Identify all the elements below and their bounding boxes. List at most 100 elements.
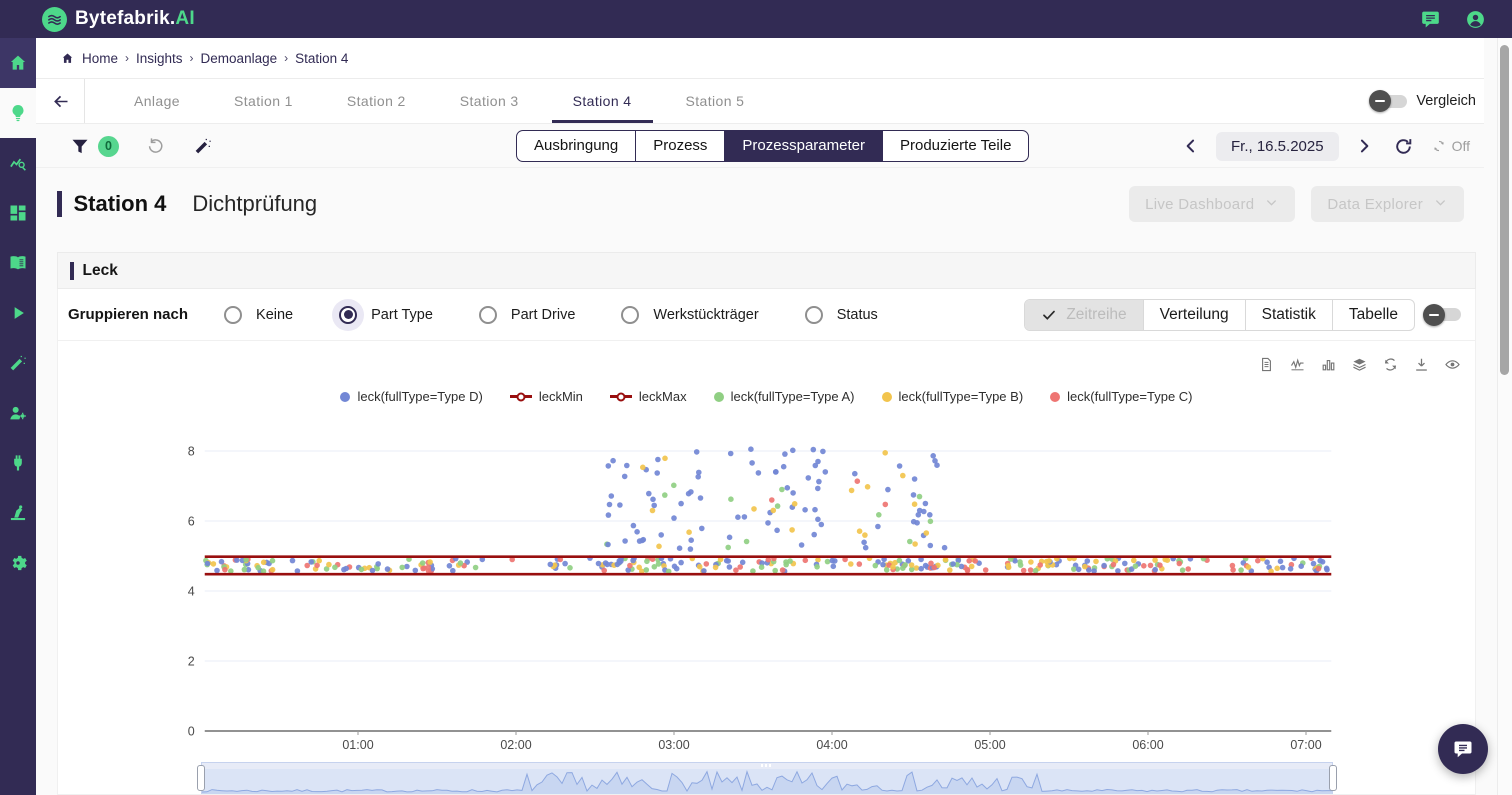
group-by-row: Gruppieren nach KeinePart TypePart Drive… xyxy=(57,289,1476,341)
prev-day-button[interactable] xyxy=(1181,136,1201,156)
next-day-button[interactable] xyxy=(1354,136,1374,156)
breadcrumb-item-insights[interactable]: Insights xyxy=(136,51,183,66)
section-header: Leck xyxy=(57,252,1476,289)
eye-icon[interactable] xyxy=(1444,356,1461,373)
legend-item-leck-fulltype-type-d[interactable]: leck(fullType=Type D) xyxy=(340,389,482,404)
legend-marker xyxy=(510,395,532,398)
groupby-option-status[interactable]: Status xyxy=(805,306,878,324)
live-dashboard-button[interactable]: Live Dashboard xyxy=(1129,186,1295,222)
data-explorer-button[interactable]: Data Explorer xyxy=(1311,186,1464,222)
view-button-prozess[interactable]: Prozess xyxy=(635,131,724,161)
sidebar-item-analytics[interactable] xyxy=(0,138,36,188)
svg-text:03:00: 03:00 xyxy=(658,738,689,752)
legend-item-leckmin[interactable]: leckMin xyxy=(510,389,583,404)
chart-mode-toggle[interactable] xyxy=(1429,308,1461,321)
title-accent-bar xyxy=(57,191,62,217)
svg-text:04:00: 04:00 xyxy=(816,738,847,752)
svg-text:6: 6 xyxy=(188,515,195,529)
sidebar-item-machines[interactable] xyxy=(0,488,36,538)
breadcrumb-separator: › xyxy=(284,51,288,65)
gear-icon xyxy=(8,553,28,573)
doc-text-icon[interactable] xyxy=(1258,356,1275,373)
groupby-option-part-drive[interactable]: Part Drive xyxy=(479,306,575,324)
vergleich-toggle[interactable] xyxy=(1375,95,1407,108)
toggle-knob xyxy=(1369,90,1391,112)
chat-icon[interactable] xyxy=(1420,9,1441,30)
tab-station-4[interactable]: Station 4 xyxy=(546,79,659,123)
robot-arm-icon xyxy=(8,503,28,523)
legend-item-leck-fulltype-type-c[interactable]: leck(fullType=Type C) xyxy=(1050,389,1192,404)
dashboard-grid-icon xyxy=(8,203,28,223)
sidebar-item-home[interactable] xyxy=(0,38,36,88)
sidebar-item-settings[interactable] xyxy=(0,538,36,588)
scatter-chart[interactable]: 0246801:0002:0003:0004:0005:0006:0007:00 xyxy=(58,441,1476,761)
mode-statistik[interactable]: Statistik xyxy=(1245,300,1332,330)
brand-logo[interactable]: Bytefabrik.AI xyxy=(42,7,195,32)
auto-refresh-toggle[interactable]: Off xyxy=(1431,138,1470,154)
tab-station-5[interactable]: Station 5 xyxy=(659,79,772,123)
station-tabbar: AnlageStation 1Station 2Station 3Station… xyxy=(36,79,1484,124)
layers-icon[interactable] xyxy=(1351,356,1368,373)
refresh-button[interactable] xyxy=(1393,136,1414,157)
sidebar-item-integrations[interactable] xyxy=(0,438,36,488)
breadcrumb-item-station-4[interactable]: Station 4 xyxy=(295,51,348,66)
breadcrumb-item-demoanlage[interactable]: Demoanlage xyxy=(201,51,278,66)
brush-drag-strip[interactable] xyxy=(201,762,1333,769)
toggle-knob xyxy=(1423,304,1445,326)
radio-label: Keine xyxy=(256,307,293,323)
sidebar-item-documentation[interactable] xyxy=(0,238,36,288)
groupby-option-werkst-cktr-ger[interactable]: Werkstückträger xyxy=(621,306,758,324)
back-button[interactable] xyxy=(36,79,85,123)
section-title: Leck xyxy=(83,262,118,280)
pulse-chart-icon[interactable] xyxy=(1289,356,1306,373)
funnel-icon xyxy=(70,136,90,156)
sidebar-item-automation[interactable] xyxy=(0,338,36,388)
svg-text:01:00: 01:00 xyxy=(342,738,373,752)
page-title: Station 4 xyxy=(74,191,167,217)
tab-station-2[interactable]: Station 2 xyxy=(320,79,433,123)
tab-anlage[interactable]: Anlage xyxy=(107,79,207,123)
brush-grip xyxy=(761,764,773,767)
time-range-brush[interactable] xyxy=(201,762,1333,795)
mode-verteilung[interactable]: Verteilung xyxy=(1143,300,1245,330)
legend-item-leck-fulltype-type-b[interactable]: leck(fullType=Type B) xyxy=(882,389,1024,404)
sidebar-nav xyxy=(0,38,36,795)
sidebar-item-team[interactable] xyxy=(0,388,36,438)
page-scrollbar xyxy=(1497,38,1512,795)
header-actions xyxy=(1420,9,1486,30)
sidebar-item-insights[interactable] xyxy=(0,88,36,138)
scrollbar-thumb[interactable] xyxy=(1500,45,1509,375)
brand-name: Bytefabrik.AI xyxy=(75,8,195,30)
mode-zeitreihe[interactable]: Zeitreihe xyxy=(1025,300,1142,330)
view-button-produzierte-teile[interactable]: Produzierte Teile xyxy=(882,131,1028,161)
view-button-prozessparameter[interactable]: Prozessparameter xyxy=(724,131,882,161)
mode-tabelle[interactable]: Tabelle xyxy=(1332,300,1414,330)
reset-filters-icon[interactable] xyxy=(146,136,166,156)
brush-minimap[interactable] xyxy=(201,769,1333,795)
breadcrumb-item-home[interactable]: Home xyxy=(82,51,118,66)
breadcrumb-home-icon xyxy=(60,51,75,66)
view-button-ausbringung[interactable]: Ausbringung xyxy=(517,131,635,161)
legend-item-leckmax[interactable]: leckMax xyxy=(610,389,687,404)
sidebar-item-run[interactable] xyxy=(0,288,36,338)
tab-station-3[interactable]: Station 3 xyxy=(433,79,546,123)
date-picker[interactable]: Fr., 16.5.2025 xyxy=(1216,132,1339,161)
download-icon[interactable] xyxy=(1413,356,1430,373)
sync-icon[interactable] xyxy=(1382,356,1399,373)
svg-text:07:00: 07:00 xyxy=(1290,738,1321,752)
bars-chart-icon[interactable] xyxy=(1320,356,1337,373)
groupby-option-keine[interactable]: Keine xyxy=(224,306,293,324)
legend-marker xyxy=(882,392,892,402)
account-icon[interactable] xyxy=(1465,9,1486,30)
legend-item-leck-fulltype-type-a[interactable]: leck(fullType=Type A) xyxy=(714,389,855,404)
svg-text:4: 4 xyxy=(188,585,195,599)
brush-handle-right[interactable] xyxy=(1329,765,1337,791)
sidebar-item-dashboards[interactable] xyxy=(0,188,36,238)
svg-text:06:00: 06:00 xyxy=(1132,738,1163,752)
chat-fab[interactable] xyxy=(1438,724,1488,774)
filter-button[interactable]: 0 xyxy=(70,136,119,157)
groupby-option-part-type[interactable]: Part Type xyxy=(339,306,433,324)
magic-wand-icon[interactable] xyxy=(193,136,213,156)
brush-handle-left[interactable] xyxy=(197,765,205,791)
tab-station-1[interactable]: Station 1 xyxy=(207,79,320,123)
